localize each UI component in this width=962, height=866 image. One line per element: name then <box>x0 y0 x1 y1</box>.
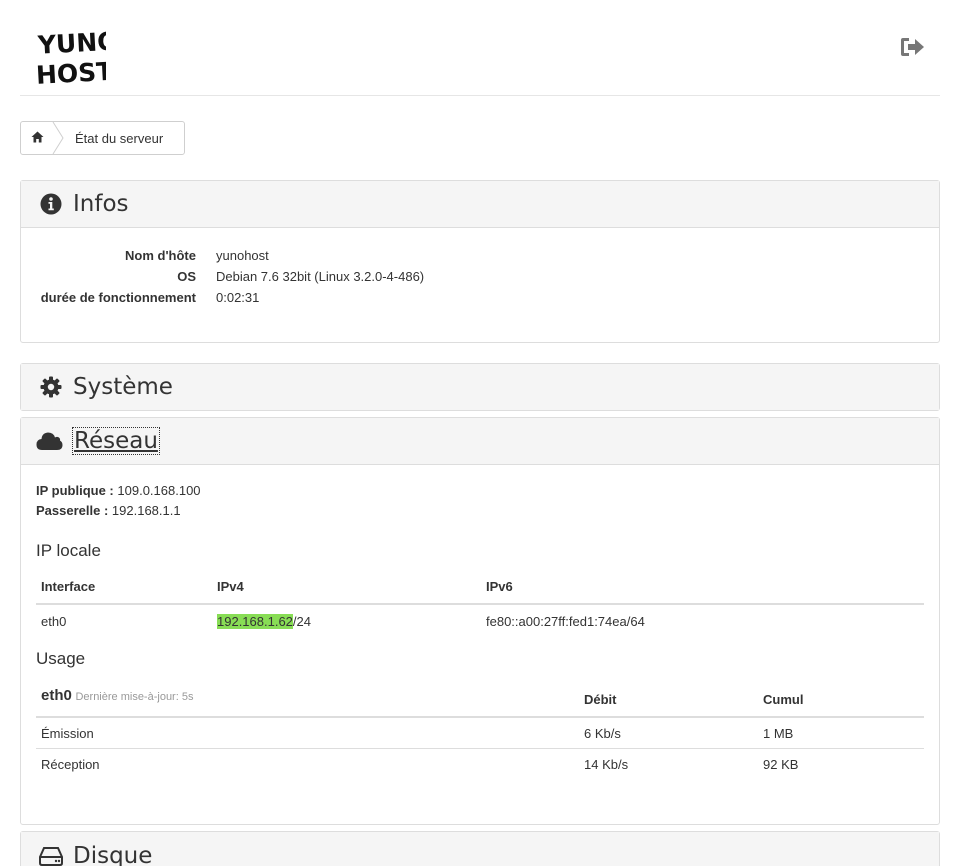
usage-rate-cell: 14 Kb/s <box>579 748 758 779</box>
infos-panel: Infos Nom d'hôte yunohost OS Debian 7.6 … <box>20 180 940 343</box>
disque-panel-heading[interactable]: Disque <box>21 832 939 866</box>
reseau-title[interactable]: Réseau <box>72 427 160 455</box>
local-ip-title: IP locale <box>36 541 101 560</box>
logo-line1: YUNO <box>36 27 106 60</box>
info-label: durée de fonctionnement <box>40 290 196 305</box>
home-icon <box>31 131 44 146</box>
usage-table: eth0 Dernière mise-à-jour: 5s Débit Cumu… <box>36 675 924 779</box>
interface-cell: eth0 <box>41 613 67 629</box>
hdd-icon <box>39 844 63 866</box>
systeme-panel-heading[interactable]: Système <box>21 364 939 410</box>
column-header: IPv4 <box>212 570 481 605</box>
info-value: Debian 7.6 32bit (Linux 3.2.0-4-486) <box>216 269 425 284</box>
gateway-line: Passerelle : 192.168.1.1 <box>36 501 924 521</box>
ipv4-mask: /24 <box>292 613 311 629</box>
info-row-uptime: durée de fonctionnement 0:02:31 <box>21 287 939 308</box>
usage-total-cell: 92 KB <box>758 748 924 779</box>
info-label: OS <box>177 269 196 284</box>
cloud-icon <box>36 429 63 453</box>
public-ip-value: 109.0.168.100 <box>117 483 201 498</box>
column-header: Débit <box>579 675 758 718</box>
breadcrumb-current: État du serveur <box>75 130 164 146</box>
info-row-os: OS Debian 7.6 32bit (Linux 3.2.0-4-486) <box>21 266 939 287</box>
gear-icon <box>39 375 63 399</box>
usage-label-cell: Réception <box>36 748 579 779</box>
breadcrumb: État du serveur <box>20 121 185 155</box>
disque-title: Disque <box>73 842 153 866</box>
breadcrumb-separator <box>52 122 64 154</box>
table-row: Émission 6 Kb/s 1 MB <box>36 717 924 749</box>
yunohost-logo[interactable]: YUNO HOST <box>35 26 119 90</box>
public-ip-line: IP publique : 109.0.168.100 <box>36 481 924 501</box>
usage-interface-name: eth0 <box>41 687 72 704</box>
ipv6-cell: fe80::a00:27ff:fed1:74ea/64 <box>486 613 645 629</box>
usage-total-cell: 1 MB <box>763 725 794 741</box>
usage-interface-header: eth0 Dernière mise-à-jour: 5s <box>36 675 579 718</box>
info-label: Nom d'hôte <box>125 248 196 263</box>
reseau-panel: Réseau IP publique : 109.0.168.100 Passe… <box>20 417 940 825</box>
usage-rate-cell: 6 Kb/s <box>584 725 621 741</box>
ipv4-address: 192.168.1.62 <box>217 613 293 629</box>
server-status-page: YUNO HOST État du serveur Infos Nom d'hô… <box>0 0 962 866</box>
logo-line2: HOST <box>36 57 106 88</box>
info-circle-icon <box>39 192 63 216</box>
gateway-value: 192.168.1.1 <box>111 503 181 518</box>
reseau-panel-heading[interactable]: Réseau <box>21 418 939 465</box>
infos-title: Infos <box>73 191 129 217</box>
ipv4-cell: 192.168.1.62/24 <box>212 604 481 637</box>
table-header-row: eth0 Dernière mise-à-jour: 5s Débit Cumu… <box>36 675 924 718</box>
column-header: IPv6 <box>481 570 924 605</box>
table-row: Réception 14 Kb/s 92 KB <box>36 748 924 779</box>
systeme-panel: Système <box>20 363 940 411</box>
systeme-title: Système <box>73 374 173 400</box>
sign-out-icon[interactable] <box>900 36 926 58</box>
table-header-row: Interface IPv4 IPv6 <box>36 570 924 605</box>
header: YUNO HOST <box>20 0 940 96</box>
public-ip-label: IP publique : <box>36 483 114 498</box>
usage-label-cell: Émission <box>41 725 94 741</box>
local-ip-table: Interface IPv4 IPv6 eth0 192.168.1.62/24… <box>36 570 924 637</box>
disque-panel: Disque <box>20 831 940 866</box>
info-value: yunohost <box>216 248 269 263</box>
usage-title: Usage <box>36 649 86 668</box>
infos-panel-heading[interactable]: Infos <box>21 181 939 228</box>
reseau-body: IP publique : 109.0.168.100 Passerelle :… <box>21 465 939 779</box>
gateway-label: Passerelle : <box>36 503 109 518</box>
last-update-text: Dernière mise-à-jour: 5s <box>75 691 194 703</box>
info-value: 0:02:31 <box>216 290 260 305</box>
column-header: Cumul <box>758 675 924 718</box>
column-header: Interface <box>36 570 212 605</box>
info-row-hostname: Nom d'hôte yunohost <box>21 245 939 266</box>
table-row: eth0 192.168.1.62/24 fe80::a00:27ff:fed1… <box>36 604 924 637</box>
infos-list: Nom d'hôte yunohost OS Debian 7.6 32bit … <box>21 245 939 308</box>
